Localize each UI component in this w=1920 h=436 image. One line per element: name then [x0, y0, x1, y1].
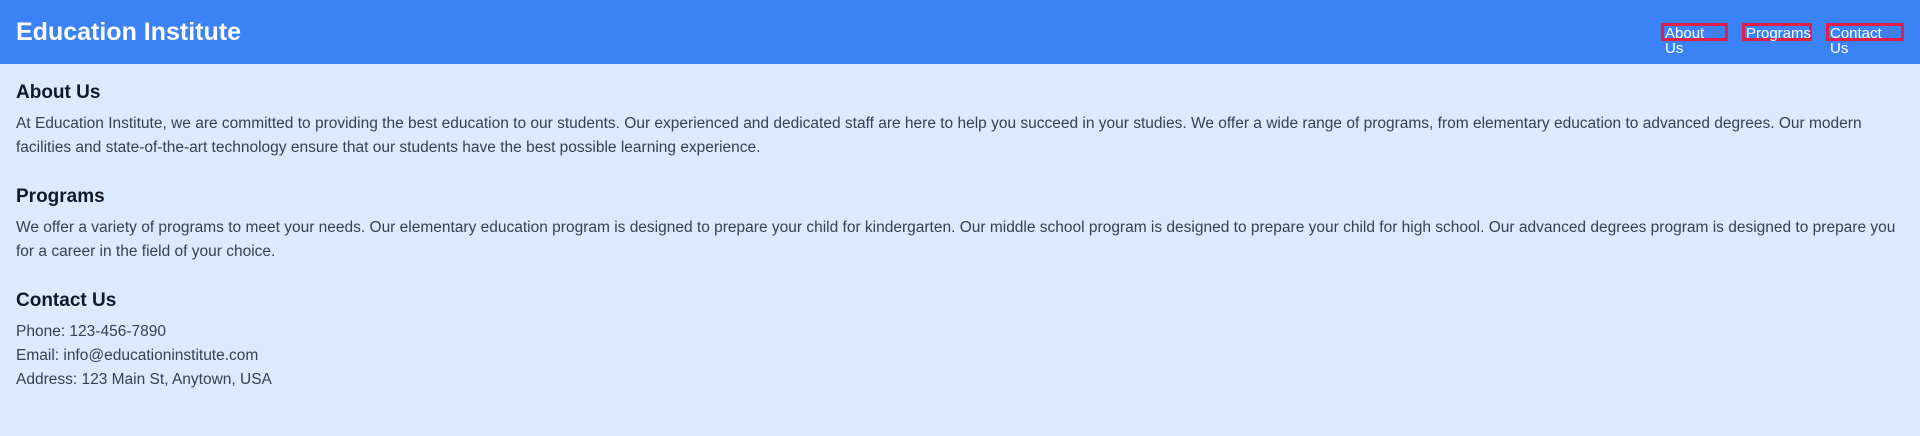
- contact-section: Contact Us Phone: 123-456-7890 Email: in…: [16, 290, 1904, 392]
- main-nav: About Us Programs Contact Us: [1661, 23, 1904, 56]
- contact-address: Address: 123 Main St, Anytown, USA: [16, 371, 272, 388]
- programs-heading: Programs: [16, 186, 105, 207]
- contact-phone: Phone: 123-456-7890: [16, 323, 166, 340]
- about-heading: About Us: [16, 82, 101, 103]
- programs-section: Programs We offer a variety of programs …: [16, 186, 1904, 264]
- nav-link-contact[interactable]: Contact Us: [1826, 23, 1904, 56]
- programs-text: We offer a variety of programs to meet y…: [16, 219, 1896, 260]
- nav-link-about[interactable]: About Us: [1661, 23, 1728, 56]
- site-header: Education Institute About Us Programs Co…: [0, 0, 1920, 64]
- nav-link-programs[interactable]: Programs: [1742, 23, 1812, 41]
- contact-heading: Contact Us: [16, 290, 117, 311]
- contact-email: Email: info@educationinstitute.com: [16, 347, 259, 364]
- main-content: About Us At Education Institute, we are …: [0, 64, 1920, 392]
- brand-title: Education Institute: [16, 17, 241, 46]
- about-section: About Us At Education Institute, we are …: [16, 82, 1904, 160]
- about-text: At Education Institute, we are committed…: [16, 115, 1862, 156]
